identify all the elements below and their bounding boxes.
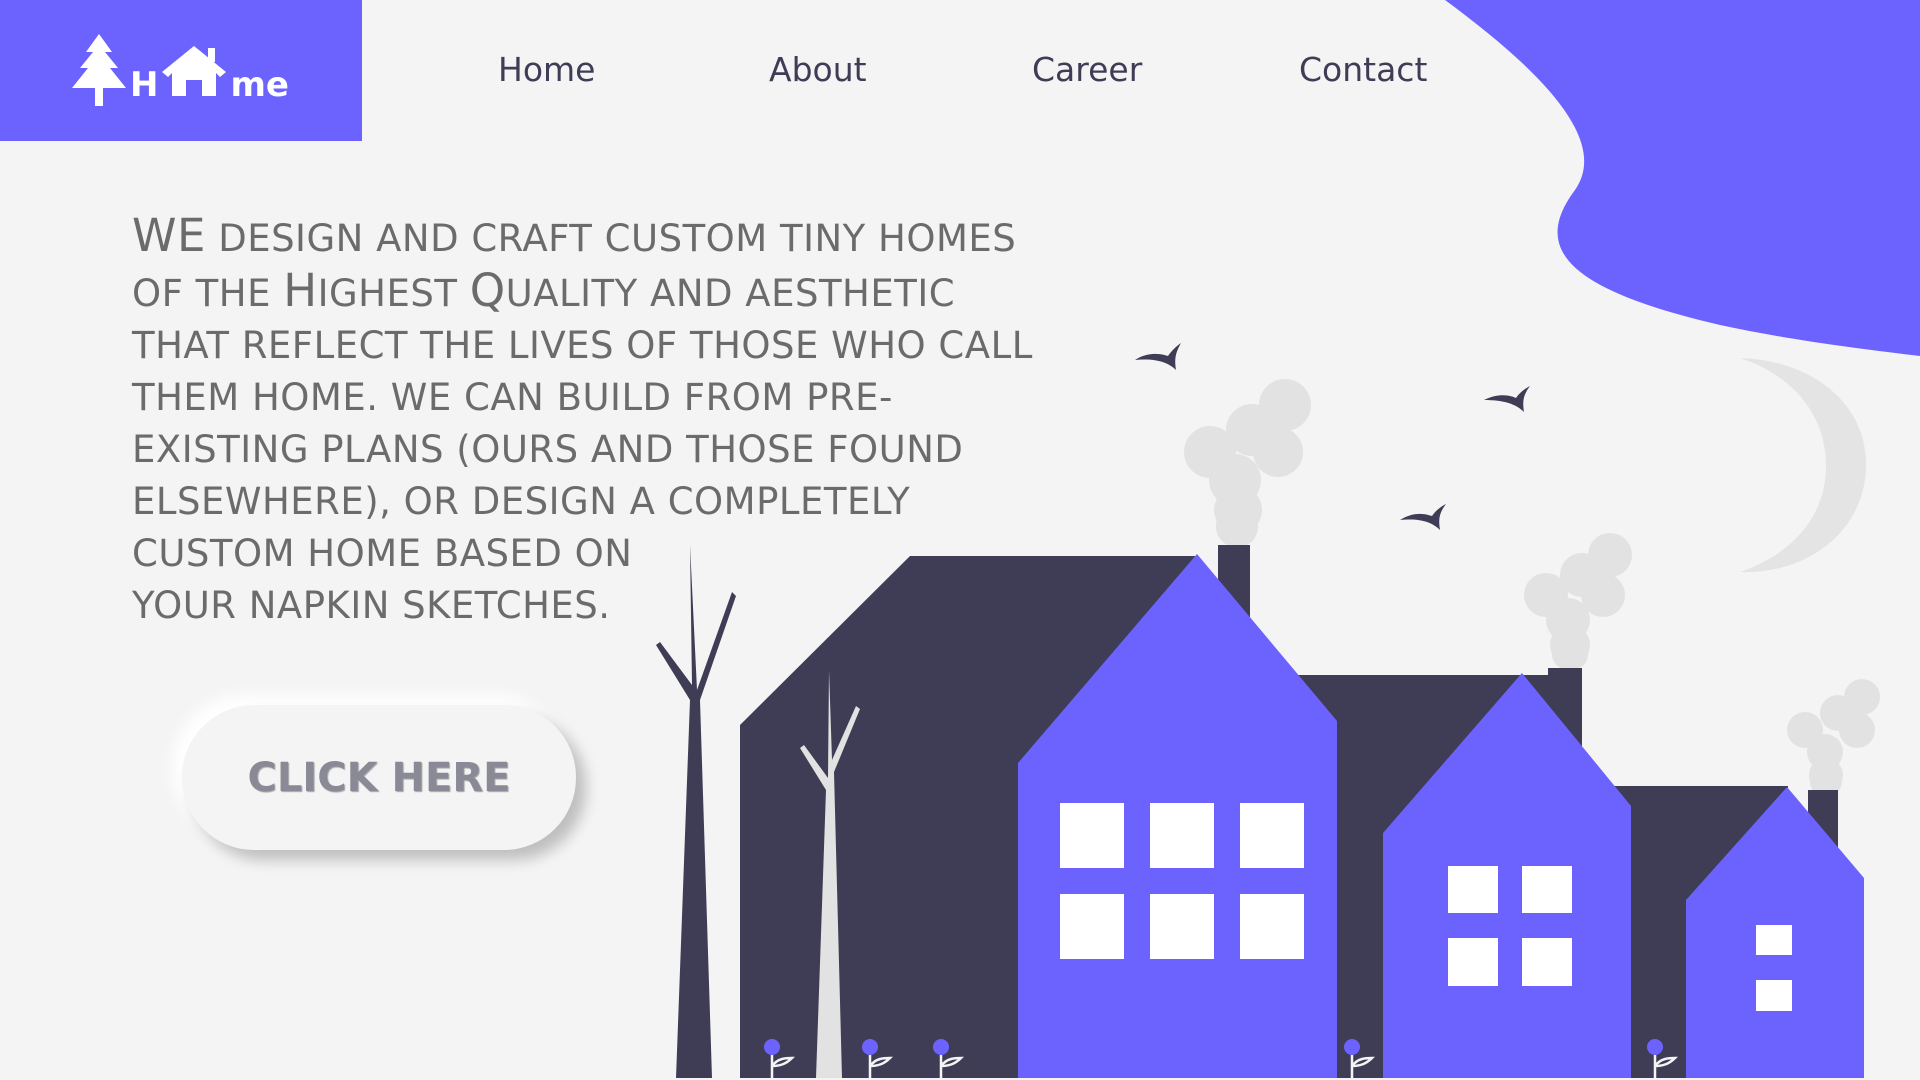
smoke-cloud-icon bbox=[1787, 679, 1880, 795]
smoke-cloud-icon bbox=[1524, 533, 1632, 670]
smoke-cloud-icon bbox=[1184, 379, 1311, 547]
nav-about[interactable]: About bbox=[769, 50, 867, 89]
hero-line: YOUR NAPKIN SKETCHES. bbox=[132, 584, 611, 627]
decorative-blob bbox=[1445, 0, 1920, 356]
bird-icon bbox=[1400, 504, 1446, 530]
hero-description: WE DESIGN AND CRAFT CUSTOM TINY HOMES OF… bbox=[132, 209, 1033, 632]
hero-line: CUSTOM HOME BASED ON bbox=[132, 532, 633, 575]
nav-career[interactable]: Career bbox=[1032, 50, 1142, 89]
nav-contact[interactable]: Contact bbox=[1299, 50, 1427, 89]
hero-line: ELSEWHERE), OR DESIGN A COMPLETELY bbox=[132, 480, 911, 523]
hero-line: WE DESIGN AND CRAFT CUSTOM TINY HOMES bbox=[132, 209, 1017, 262]
hero-line: THEM HOME. WE CAN BUILD FROM PRE- bbox=[132, 376, 893, 419]
click-here-button[interactable]: CLICK HERE bbox=[182, 705, 576, 850]
main-nav: Home About Career Contact bbox=[0, 50, 1500, 96]
hero-line: THAT REFLECT THE LIVES OF THOSE WHO CALL bbox=[132, 324, 1033, 367]
hero-line: OF THE HIGHEST QUALITY AND AESTHETIC bbox=[132, 264, 956, 317]
hero-line: EXISTING PLANS (OURS AND THOSE FOUND bbox=[132, 428, 964, 471]
nav-home[interactable]: Home bbox=[498, 50, 595, 89]
bird-icon bbox=[1135, 343, 1181, 370]
bird-icon bbox=[1484, 386, 1530, 412]
moon-icon bbox=[1740, 358, 1867, 573]
